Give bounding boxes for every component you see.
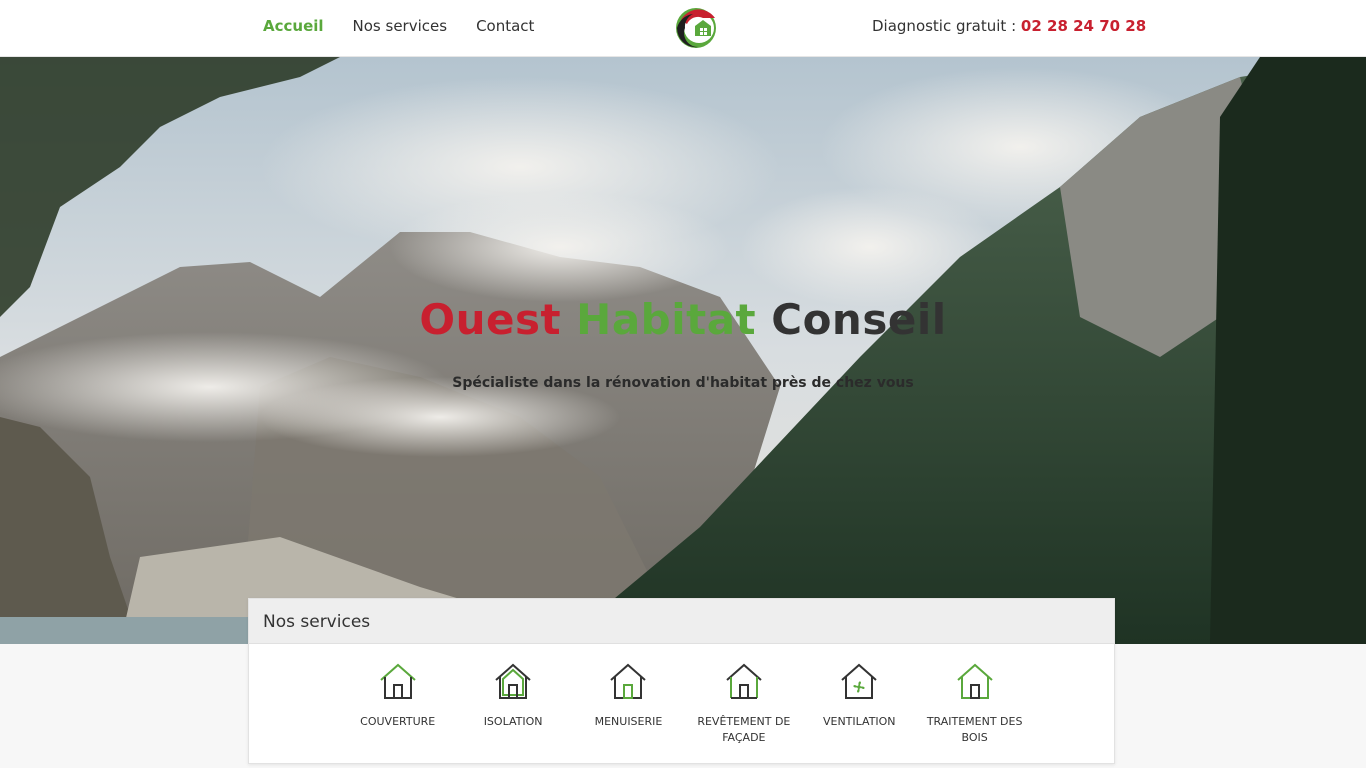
house-facade-icon (726, 663, 762, 699)
service-couverture[interactable]: COUVERTURE (340, 661, 455, 746)
house-insulation-icon (495, 663, 531, 699)
house-door-icon (610, 663, 647, 699)
house-fan-icon (841, 663, 877, 699)
service-label: ISOLATION (483, 715, 543, 728)
hero-title-word-habitat: Habitat (576, 295, 757, 344)
phone-number-link[interactable]: 02 28 24 70 28 (1021, 17, 1146, 35)
nav-contact[interactable]: Contact (476, 17, 534, 35)
hero-subtitle: Spécialiste dans la rénovation d'habitat… (452, 375, 914, 391)
service-label: REVÊTEMENT DE FAÇADE (697, 715, 791, 744)
hero-title-word-conseil: Conseil (771, 295, 947, 344)
phone-cta: Diagnostic gratuit : 02 28 24 70 28 (872, 17, 1146, 35)
service-traitement-bois[interactable]: TRAITEMENT DES BOIS (917, 661, 1032, 746)
nav-accueil[interactable]: Accueil (263, 17, 324, 35)
services-heading: Nos services (249, 599, 1114, 644)
service-label: VENTILATION (822, 715, 896, 728)
services-panel: Nos services COUVERTURE ISOLATION MENUIS… (248, 598, 1115, 764)
nav-nos-services[interactable]: Nos services (353, 17, 448, 35)
hero-title-word-ouest: Ouest (419, 295, 562, 344)
service-label: TRAITEMENT DES BOIS (926, 715, 1023, 744)
hero-title: Ouest Habitat Conseil (0, 295, 1366, 344)
service-label: COUVERTURE (360, 715, 436, 728)
service-ventilation[interactable]: VENTILATION (802, 661, 917, 746)
phone-label: Diagnostic gratuit : (872, 17, 1021, 35)
main-nav: Accueil Nos services Contact (263, 17, 534, 35)
mountain-landscape-image (0, 57, 1366, 644)
service-revetement-facade[interactable]: REVÊTEMENT DE FAÇADE (686, 661, 801, 746)
hero-banner: Ouest Habitat Conseil Spécialiste dans l… (0, 57, 1366, 644)
house-wood-icon (956, 663, 993, 699)
services-list: COUVERTURE ISOLATION MENUISERIE REVÊTEME… (340, 661, 1032, 746)
service-label: MENUISERIE (594, 715, 663, 728)
house-roof-icon (380, 663, 416, 699)
company-logo[interactable] (673, 4, 719, 50)
service-menuiserie[interactable]: MENUISERIE (571, 661, 686, 746)
top-navbar: Accueil Nos services Contact Diagnostic … (0, 0, 1366, 57)
service-isolation[interactable]: ISOLATION (455, 661, 570, 746)
